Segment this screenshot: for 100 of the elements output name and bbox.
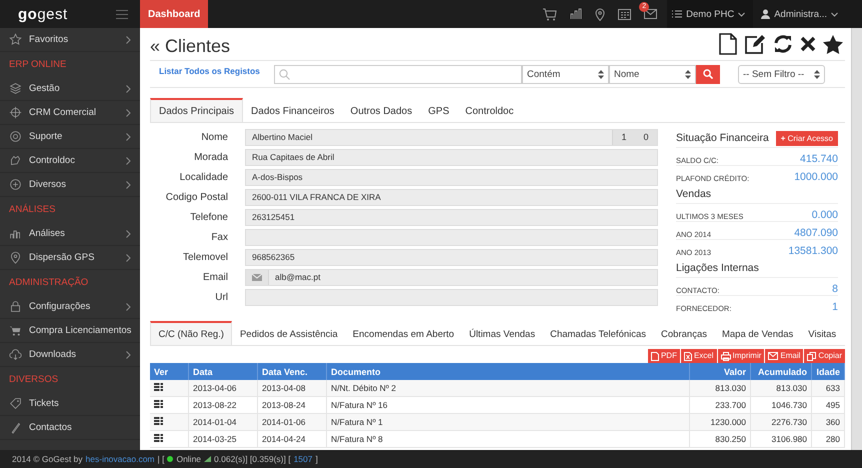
calendar-icon[interactable] xyxy=(618,8,632,20)
count-link[interactable]: 1507 xyxy=(294,454,312,464)
tab[interactable]: Pedidos de Assistência xyxy=(232,321,346,345)
map-pin-icon[interactable] xyxy=(595,8,606,20)
layers-icon xyxy=(9,82,22,95)
tab[interactable]: Outros Dados xyxy=(342,98,420,122)
view-icon[interactable] xyxy=(154,417,163,425)
company-menu[interactable]: Demo PHC xyxy=(667,0,754,28)
cloud-download-icon xyxy=(9,348,22,361)
scrollbar[interactable] xyxy=(851,28,862,450)
document-icon xyxy=(650,352,659,360)
map-pin-icon xyxy=(9,251,22,264)
table-cell: N/Fatura Nº 8 xyxy=(326,430,690,448)
counter: 0 xyxy=(642,131,650,144)
view-icon[interactable] xyxy=(154,400,163,408)
export-button[interactable]: Imprimir xyxy=(718,349,764,363)
column-header[interactable]: Valor xyxy=(690,363,750,380)
sort-arrows-icon xyxy=(814,70,820,78)
export-button[interactable]: Email xyxy=(765,349,804,363)
tab[interactable]: Controldoc xyxy=(457,98,522,122)
column-header[interactable]: Data xyxy=(188,363,258,380)
counter: 1 xyxy=(620,131,628,144)
copy-icon xyxy=(807,352,816,360)
tab[interactable]: GPS xyxy=(420,98,458,122)
input-field[interactable]: 2600-011 VILA FRANCA DE XIRA xyxy=(245,188,658,206)
edit-icon[interactable] xyxy=(744,34,766,54)
email-field[interactable]: alb@mac.pt xyxy=(245,268,658,286)
column-header[interactable]: Documento xyxy=(326,363,690,380)
view-icon[interactable] xyxy=(154,383,163,391)
section-title: Vendas xyxy=(676,188,712,200)
tab[interactable]: Chamadas Telefónicas xyxy=(542,321,654,345)
input-field[interactable]: A-dos-Bispos xyxy=(245,168,658,186)
field-label: Localidade xyxy=(178,172,229,182)
view-icon[interactable] xyxy=(154,434,163,442)
caret-icon xyxy=(738,12,746,16)
create-access-button[interactable]: + Criar Acesso xyxy=(776,130,838,146)
envelope-icon xyxy=(252,274,262,280)
field-label: Nome xyxy=(200,132,229,142)
column-header[interactable]: Data Venc. xyxy=(258,363,326,380)
tab[interactable]: Dados Financeiros xyxy=(243,98,342,122)
sort-arrows-icon xyxy=(598,70,604,78)
status-text: Online xyxy=(176,454,202,464)
new-document-icon[interactable] xyxy=(719,33,737,55)
tab[interactable]: Encomendas em Aberto xyxy=(345,321,462,345)
sidebar-section-title: DIVERSOS xyxy=(8,373,60,387)
footer-text: | [ xyxy=(158,454,164,464)
filter-select[interactable]: -- Sem Filtro -- xyxy=(738,64,825,84)
table-cell: N/Nt. Débito Nº 2 xyxy=(326,380,690,396)
export-button[interactable]: Excel xyxy=(680,349,717,363)
close-icon[interactable] xyxy=(800,36,816,52)
cart-icon[interactable] xyxy=(543,8,558,20)
table-cell: 633 xyxy=(812,380,844,396)
sidebar-section-title: ERP ONLINE xyxy=(8,58,68,72)
tab[interactable]: Cobranças xyxy=(654,321,714,345)
name-field[interactable]: Albertino Maciel 1 0 xyxy=(245,128,658,146)
export-button[interactable]: Copiar xyxy=(804,349,845,363)
table-cell: 2276.730 xyxy=(750,414,812,430)
tab[interactable]: Dados Principais xyxy=(150,98,244,122)
sidebar-section-title: ANÁLISES xyxy=(8,202,56,217)
table-cell: N/Fatura Nº 1 xyxy=(326,414,690,430)
menu-icon[interactable] xyxy=(116,10,128,18)
refresh-icon[interactable] xyxy=(773,34,793,54)
plus-circle-icon xyxy=(9,178,22,191)
table-cell: 2013-04-06 xyxy=(188,380,258,396)
input-field[interactable]: 968562365 xyxy=(245,248,658,266)
list-all-link[interactable]: Listar Todos os Registos xyxy=(150,66,274,76)
tab[interactable]: Últimas Vendas xyxy=(462,321,543,345)
footer-link[interactable]: hes-inovacao.com xyxy=(86,454,155,464)
tab[interactable]: Mapa de Vendas xyxy=(714,321,801,345)
search-icon xyxy=(703,69,713,79)
field-select[interactable]: Nome xyxy=(609,64,696,84)
table-cell: 2014-01-04 xyxy=(188,414,258,430)
field-label: Telefone xyxy=(189,212,229,222)
tab[interactable]: Visitas xyxy=(800,321,844,345)
user-menu[interactable]: Administra... xyxy=(753,0,862,28)
input-field[interactable] xyxy=(245,228,658,246)
search-button[interactable] xyxy=(696,64,720,84)
status-dot xyxy=(167,456,174,462)
operator-select[interactable]: Contém xyxy=(522,64,609,84)
input-field[interactable]: Rua Capitaes de Abril xyxy=(245,148,658,166)
column-header[interactable]: Acumulado xyxy=(750,363,812,380)
tab[interactable]: C/C (Não Reg.) xyxy=(150,321,232,345)
signal-icon xyxy=(204,456,212,462)
field-label: Url xyxy=(214,292,229,302)
table-cell: 2014-01-06 xyxy=(258,414,326,430)
table-cell: 2014-03-25 xyxy=(188,430,258,448)
table-cell: 830.250 xyxy=(690,430,750,448)
column-header[interactable]: Idade xyxy=(812,363,844,380)
export-button[interactable]: PDF xyxy=(648,349,680,363)
column-header[interactable]: Ver xyxy=(150,363,188,380)
sidebar-section-title: ADMINISTRAÇÃO xyxy=(8,276,90,290)
field-label: Morada xyxy=(193,152,229,162)
envelope-icon[interactable] xyxy=(644,9,658,19)
timing-text: 0.062(s)] [0.359(s)] [ xyxy=(214,454,291,464)
bar-chart-icon[interactable] xyxy=(570,8,582,20)
input-field[interactable]: 263125451 xyxy=(245,208,658,226)
star-icon[interactable] xyxy=(823,34,843,54)
input-field[interactable] xyxy=(245,288,658,306)
dashboard-tab[interactable]: Dashboard xyxy=(140,0,208,28)
search-field[interactable] xyxy=(274,64,522,84)
